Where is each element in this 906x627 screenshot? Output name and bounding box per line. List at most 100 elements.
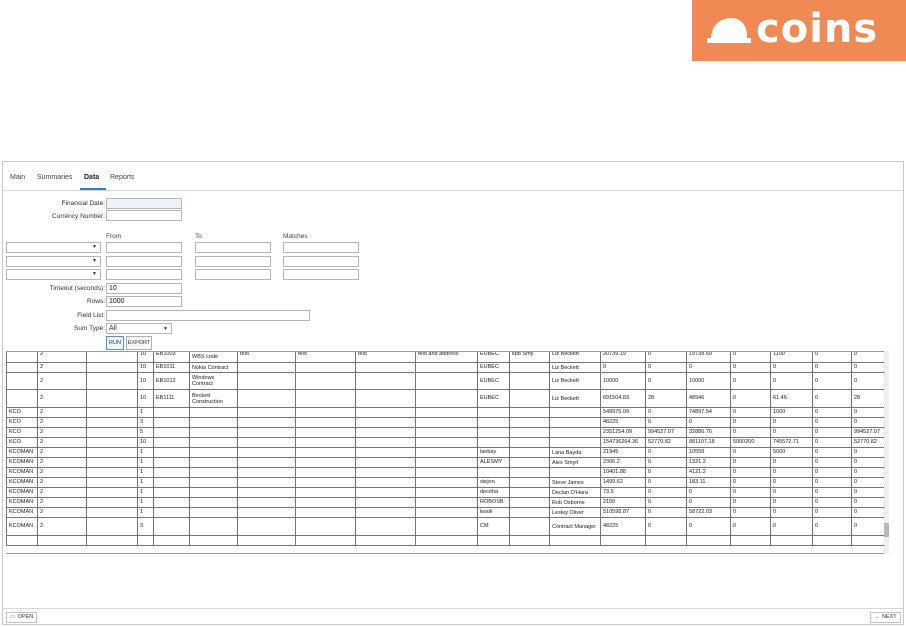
tab-reports[interactable]: Reports xyxy=(110,174,135,181)
table-cell: 0 xyxy=(812,457,852,468)
table-cell: 0 xyxy=(851,497,884,508)
table-row[interactable]: KCOMAN 2 1 ROBOSB Rob Osborne 2150 0 0 0 0 0 0 xyxy=(6,497,884,508)
table-cell: lesoli xyxy=(477,507,510,518)
table-cell: 2 xyxy=(37,497,87,508)
table-cell xyxy=(295,477,356,488)
table-row[interactable]: KCOMAN 2 1 ALESMY Alex Smyrl 2306.2 0 1321.2 0 0 0… xyxy=(6,457,884,468)
table-cell: 32886.76 xyxy=(686,427,731,438)
table-cell xyxy=(153,477,190,488)
filter-to-input-2[interactable] xyxy=(195,256,271,267)
table-cell: 2 xyxy=(37,372,87,390)
table-cell xyxy=(86,352,138,363)
filter-to-input-1[interactable] xyxy=(195,242,271,253)
table-cell xyxy=(509,517,550,536)
table-cell: 73.5 xyxy=(600,487,646,498)
table-row[interactable]: KCO 2 5 2351254.09 994527.07 32886.76 0 0 0 99452… xyxy=(6,427,884,438)
scrollbar-thumb[interactable] xyxy=(884,523,889,537)
filter-field-select-2[interactable]: ▼ xyxy=(6,256,101,267)
table-cell: 0 xyxy=(770,467,813,478)
filter-matches-input-3[interactable] xyxy=(283,269,359,280)
table-cell: lanbay xyxy=(477,447,510,458)
export-button[interactable]: EXPORT xyxy=(126,336,152,350)
table-cell xyxy=(295,372,356,390)
table-cell: 10401.88 xyxy=(600,467,646,478)
table-row[interactable]: KCOMAN 2 3 CM Contract Manager 48225 0 0 0 0 0 0 xyxy=(6,517,884,536)
field-list-label: Field List: xyxy=(77,312,105,319)
table-cell xyxy=(355,507,416,518)
table-cell: Declan O'Hara xyxy=(549,487,601,498)
currency-number-input[interactable] xyxy=(106,210,182,221)
table-row[interactable]: KCO 2 3 48225 0 0 0 0 0 0 xyxy=(6,417,884,428)
table-cell xyxy=(549,407,601,418)
financial-date-input[interactable] xyxy=(106,198,182,209)
table-cell xyxy=(86,517,138,536)
table-row[interactable] xyxy=(6,535,884,546)
table-cell xyxy=(237,389,296,408)
table-cell xyxy=(295,427,356,438)
table-cell xyxy=(415,389,478,408)
table-cell xyxy=(295,447,356,458)
sum-type-select[interactable]: All ▼ xyxy=(106,323,172,334)
table-cell: 691504.83 xyxy=(600,389,646,408)
table-cell: 2 xyxy=(37,457,87,468)
filter-field-select-3[interactable]: ▼ xyxy=(6,269,101,280)
table-cell: 1 xyxy=(137,497,154,508)
tab-data[interactable]: Data xyxy=(84,174,99,181)
table-cell: 0 xyxy=(812,372,852,390)
table-cell xyxy=(86,389,138,408)
filter-from-input-1[interactable] xyxy=(106,242,182,253)
rows-input[interactable]: 1000 xyxy=(106,296,182,307)
run-button[interactable]: RUN xyxy=(106,336,124,350)
filter-from-input-2[interactable] xyxy=(106,256,182,267)
next-button[interactable]: → NEXT xyxy=(870,612,901,623)
table-row[interactable]: KCOMAN 2 1 lanbay Lana Bayda 21945 0 10550 0 5000… xyxy=(6,447,884,458)
table-cell: KCOMAN xyxy=(6,477,38,488)
tab-main[interactable]: Main xyxy=(10,174,25,181)
filter-matches-input-2[interactable] xyxy=(283,256,359,267)
table-cell xyxy=(189,417,238,428)
table-row[interactable]: KCOMAN 2 1 stejon Steve James 1499.62 0 183.11 0… xyxy=(6,477,884,488)
table-cell: 0 xyxy=(812,407,852,418)
table-row[interactable]: 2 10 EB1003 Contract with WBS code test test t… xyxy=(6,352,884,363)
main-panel: Main Summaries Data Reports Financial Da… xyxy=(2,161,904,625)
timeout-input[interactable]: 10 xyxy=(106,283,182,294)
table-row[interactable]: 2 10 EB1012 Windows Contract EUBEC Liz Becket… xyxy=(6,372,884,390)
table-cell: CM xyxy=(477,517,510,536)
table-cell: 21945 xyxy=(600,447,646,458)
table-cell xyxy=(355,389,416,408)
filter-matches-input-1[interactable] xyxy=(283,242,359,253)
filter-from-input-3[interactable] xyxy=(106,269,182,280)
table-cell xyxy=(415,437,478,448)
table-cell: 0 xyxy=(812,507,852,518)
filter-to-input-3[interactable] xyxy=(195,269,271,280)
table-cell xyxy=(355,407,416,418)
table-cell: 0 xyxy=(770,417,813,428)
table-row[interactable]: 2 10 EB1011 Nokia Contract EUBEC Liz Beckett 0… xyxy=(6,362,884,373)
table-cell xyxy=(415,417,478,428)
table-cell xyxy=(415,457,478,468)
table-cell: 61.46 xyxy=(770,389,813,408)
table-cell: 0 xyxy=(645,457,687,468)
table-row[interactable]: KCOMAN 2 1 10401.88 0 4121.2 0 0 0 0 xyxy=(6,467,884,478)
grid-vertical-scrollbar[interactable] xyxy=(884,351,889,554)
table-row[interactable]: KCOMAN 2 1 lesoli Lesley Oliver 510598.87 0 587… xyxy=(6,507,884,518)
table-row[interactable]: KCO 2 10 154736264.36 52770.82 881107.18 50002… xyxy=(6,437,884,448)
table-cell: 0 xyxy=(645,517,687,536)
open-button[interactable]: ▭ OPEN xyxy=(6,612,38,623)
filter-field-select-1[interactable]: ▼ xyxy=(6,242,101,253)
field-list-input[interactable] xyxy=(106,310,310,321)
table-cell: 0 xyxy=(770,497,813,508)
table-row[interactable]: 2 10 EB1111 Beckett Construction EUBEC Liz Be… xyxy=(6,389,884,408)
table-cell: 0 xyxy=(851,477,884,488)
table-cell xyxy=(6,535,38,546)
table-row[interactable]: KCO 2 1 548975.09 0 74897.54 0 1000 0 0 xyxy=(6,407,884,418)
table-cell: stejon xyxy=(477,477,510,488)
table-cell: 52770.82 xyxy=(645,437,687,448)
table-cell xyxy=(86,372,138,390)
tab-summaries[interactable]: Summaries xyxy=(37,174,72,181)
table-cell: 10550 xyxy=(686,447,731,458)
table-cell xyxy=(355,487,416,498)
table-cell: 2 xyxy=(37,362,87,373)
table-cell xyxy=(189,407,238,418)
table-row[interactable]: KCOMAN 2 1 decoha Declan O'Hara 73.5 0 0 0 0 0 0 xyxy=(6,487,884,498)
